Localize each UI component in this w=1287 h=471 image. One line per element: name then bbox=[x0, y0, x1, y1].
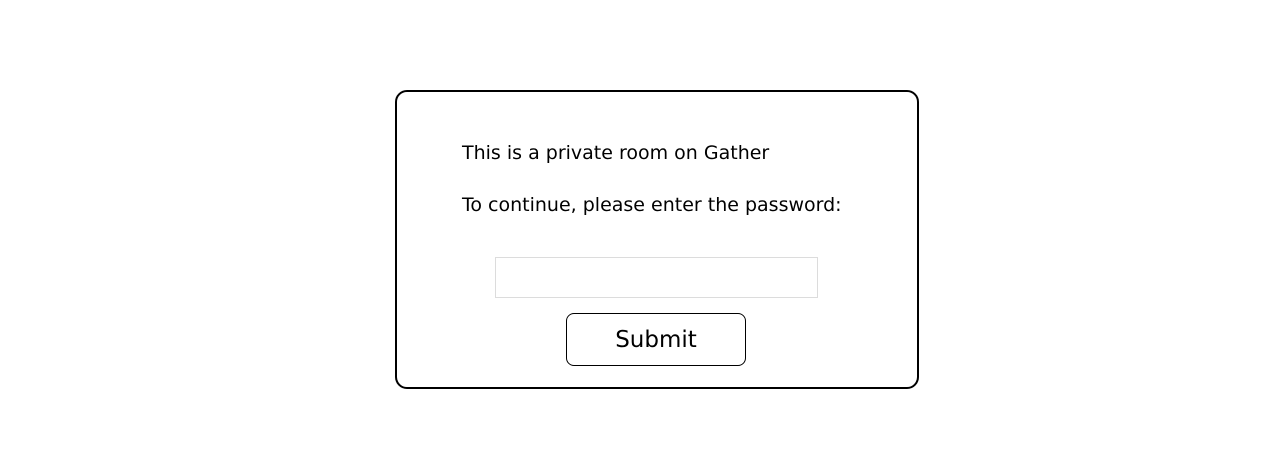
password-input[interactable] bbox=[495, 257, 818, 298]
password-prompt: To continue, please enter the password: bbox=[462, 194, 842, 216]
dialog-title: This is a private room on Gather bbox=[462, 142, 770, 164]
submit-button[interactable]: Submit bbox=[566, 313, 746, 366]
page: This is a private room on Gather To cont… bbox=[0, 0, 1287, 471]
password-dialog: This is a private room on Gather To cont… bbox=[395, 90, 919, 389]
